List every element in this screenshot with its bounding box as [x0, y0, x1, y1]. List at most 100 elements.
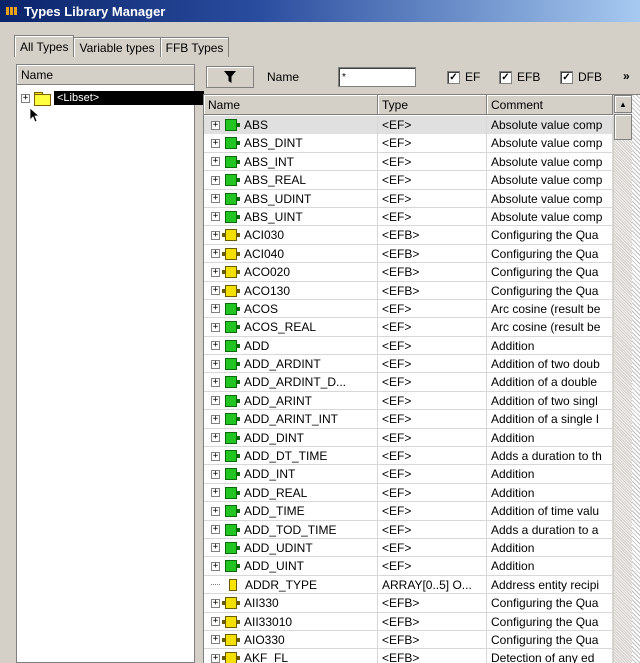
name-cell[interactable]: + ADD_INT	[204, 465, 378, 484]
name-cell[interactable]: + ADD_TOD_TIME	[204, 520, 378, 539]
expand-icon[interactable]: +	[211, 617, 220, 627]
name-cell[interactable]: + AII330	[204, 594, 378, 613]
column-header-name[interactable]: Name	[204, 95, 378, 115]
table-row[interactable]: + ADD_TOD_TIME <EF> Adds a duration to a	[204, 520, 613, 539]
expand-icon[interactable]: +	[211, 396, 220, 406]
vertical-scrollbar[interactable]: ▲	[613, 95, 632, 663]
name-cell[interactable]: + ABS_UINT	[204, 207, 378, 226]
expand-icon[interactable]: +	[211, 157, 220, 167]
name-cell[interactable]: + ACO020	[204, 263, 378, 282]
name-cell[interactable]: + AII33010	[204, 612, 378, 631]
table-row[interactable]: + ADD_INT <EF> Addition	[204, 465, 613, 484]
table-row[interactable]: + ABS_UINT <EF> Absolute value comp	[204, 207, 613, 227]
table-row[interactable]: ADDR_TYPE ARRAY[0..5] O... Address entity …	[204, 575, 613, 595]
expand-icon[interactable]: +	[211, 230, 220, 240]
expand-icon[interactable]: +	[211, 304, 220, 314]
expand-icon[interactable]: +	[211, 543, 220, 553]
table-row[interactable]: + ACI030 <EFB> Configuring the Qua	[204, 226, 613, 245]
name-cell[interactable]: + ADD_REAL	[204, 483, 378, 502]
expand-icon[interactable]: +	[211, 341, 220, 351]
name-cell[interactable]: + ADD_ARINT	[204, 391, 378, 410]
expand-icon[interactable]: +	[211, 322, 220, 332]
name-cell[interactable]: + ADD_UDINT	[204, 538, 378, 557]
table-row[interactable]: + AII33010 <EFB> Configuring the Qua	[204, 612, 613, 631]
name-cell[interactable]: + ADD	[204, 336, 378, 355]
name-filter-input[interactable]	[338, 67, 416, 87]
expand-icon[interactable]: +	[211, 377, 220, 387]
table-row[interactable]: + ACO130 <EFB> Configuring the Qua	[204, 281, 613, 300]
expand-icon[interactable]: +	[211, 488, 220, 498]
table-row[interactable]: + ACI040 <EFB> Configuring the Qua	[204, 244, 613, 264]
expand-icon[interactable]: +	[211, 286, 220, 296]
expand-icon[interactable]: +	[211, 249, 220, 259]
name-cell[interactable]: + ACI030	[204, 226, 378, 245]
table-row[interactable]: + ADD_TIME <EF> Addition of time valu	[204, 502, 613, 521]
name-cell[interactable]: + ADD_ARDINT	[204, 355, 378, 374]
name-cell[interactable]: + AIO330	[204, 630, 378, 649]
name-cell[interactable]: + ABS	[204, 116, 378, 134]
name-cell[interactable]: + ADD_DT_TIME	[204, 447, 378, 466]
expand-icon[interactable]: +	[211, 653, 220, 663]
table-row[interactable]: + ABS_UDINT <EF> Absolute value comp	[204, 189, 613, 208]
expand-icon[interactable]: +	[211, 359, 220, 369]
name-cell[interactable]: + ACO130	[204, 281, 378, 300]
filter-button[interactable]	[206, 66, 254, 88]
expand-icon[interactable]: +	[211, 212, 220, 222]
name-cell[interactable]: + ABS_INT	[204, 152, 378, 171]
scroll-thumb[interactable]	[614, 114, 632, 140]
tree-column-header[interactable]: Name	[17, 65, 194, 85]
ef-checkbox[interactable]: ✓ EF	[447, 70, 480, 84]
name-cell[interactable]: + ABS_DINT	[204, 134, 378, 153]
expand-icon[interactable]: +	[211, 525, 220, 535]
scroll-up-arrow-icon[interactable]: ▲	[614, 95, 632, 113]
table-row[interactable]: + ACOS_REAL <EF> Arc cosine (result be	[204, 318, 613, 337]
tab-variable-types[interactable]: Variable types	[73, 37, 161, 57]
table-row[interactable]: + ABS_REAL <EF> Absolute value comp	[204, 171, 613, 190]
expand-icon[interactable]: +	[211, 506, 220, 516]
table-row[interactable]: + AIO330 <EFB> Configuring the Qua	[204, 630, 613, 650]
tree-item-libset[interactable]: + <Libset>	[21, 90, 204, 106]
table-row[interactable]: + ADD_UINT <EF> Addition	[204, 557, 613, 576]
dfb-checkbox[interactable]: ✓ DFB	[560, 70, 602, 84]
tab-ffb-types[interactable]: FFB Types	[159, 37, 230, 57]
name-cell[interactable]: + ADD_ARINT_INT	[204, 410, 378, 429]
table-row[interactable]: + ADD_ARDINT <EF> Addition of two doub	[204, 355, 613, 374]
table-row[interactable]: + ACOS <EF> Arc cosine (result be	[204, 299, 613, 319]
name-cell[interactable]: + ACOS	[204, 299, 378, 318]
expand-icon[interactable]: +	[21, 93, 30, 103]
table-row[interactable]: + ADD <EF> Addition	[204, 336, 613, 356]
name-cell[interactable]: + ABS_REAL	[204, 171, 378, 190]
more-options-button[interactable]: »	[623, 69, 630, 83]
table-row[interactable]: + ABS <EF> Absolute value comp	[204, 116, 613, 135]
tab-all-types[interactable]: All Types	[14, 35, 75, 57]
expand-icon[interactable]: +	[211, 469, 220, 479]
name-cell[interactable]: + ABS_UDINT	[204, 189, 378, 208]
expand-icon[interactable]: +	[211, 138, 220, 148]
expand-icon[interactable]: +	[211, 598, 220, 608]
efb-checkbox[interactable]: ✓ EFB	[499, 70, 540, 84]
column-header-type[interactable]: Type	[378, 95, 487, 115]
expand-icon[interactable]: +	[211, 120, 220, 130]
tree-item-label[interactable]: <Libset>	[54, 91, 204, 105]
table-row[interactable]: + ADD_ARDINT_D... <EF> Addition of a double	[204, 373, 613, 392]
table-row[interactable]: + ADD_UDINT <EF> Addition	[204, 538, 613, 558]
expand-icon[interactable]: +	[211, 175, 220, 185]
expand-icon[interactable]: +	[211, 433, 220, 443]
table-row[interactable]: + ADD_ARINT <EF> Addition of two singl	[204, 391, 613, 411]
table-row[interactable]: + ACO020 <EFB> Configuring the Qua	[204, 263, 613, 282]
name-cell[interactable]: + ADD_TIME	[204, 502, 378, 521]
table-row[interactable]: + ABS_DINT <EF> Absolute value comp	[204, 134, 613, 153]
expand-icon[interactable]: +	[211, 267, 220, 277]
expand-icon[interactable]: +	[211, 561, 220, 571]
table-row[interactable]: + ADD_ARINT_INT <EF> Addition of a single I	[204, 410, 613, 429]
name-cell[interactable]: + ACI040	[204, 244, 378, 263]
name-cell[interactable]: ADDR_TYPE	[204, 575, 378, 594]
column-header-comment[interactable]: Comment	[487, 95, 613, 115]
table-row[interactable]: + ADD_DINT <EF> Addition	[204, 428, 613, 448]
table-row[interactable]: + ADD_REAL <EF> Addition	[204, 483, 613, 503]
table-row[interactable]: + ABS_INT <EF> Absolute value comp	[204, 152, 613, 172]
name-cell[interactable]: + ADD_ARDINT_D...	[204, 373, 378, 392]
name-cell[interactable]: + AKF_FL	[204, 649, 378, 663]
table-row[interactable]: + AII330 <EFB> Configuring the Qua	[204, 594, 613, 613]
expand-icon[interactable]: +	[211, 451, 220, 461]
